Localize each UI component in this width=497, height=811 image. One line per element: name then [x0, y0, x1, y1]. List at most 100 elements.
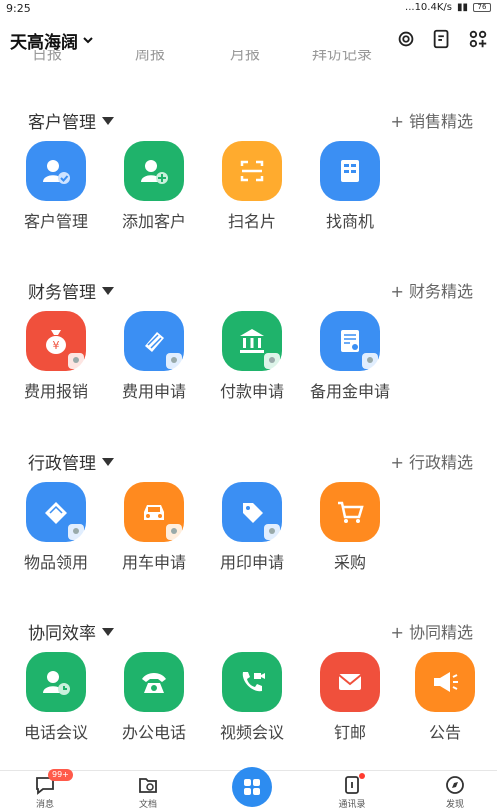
app-petty-cash-apply[interactable]: 备用金申请	[302, 311, 398, 402]
section-link[interactable]: + 销售精选	[391, 108, 474, 132]
app-label: 采购	[333, 553, 366, 572]
add-app-icon[interactable]	[467, 28, 489, 50]
item-icon	[26, 482, 86, 542]
tab-discover[interactable]: 发现	[420, 775, 490, 810]
app-label: 找商机	[325, 212, 374, 231]
signal-icon: ▮▮	[456, 2, 468, 13]
grid-icon	[244, 779, 260, 795]
app-scan-card[interactable]: 扫名片	[204, 141, 300, 232]
chat-bubble-icon: 99+	[34, 769, 73, 795]
add-customer-icon	[124, 141, 184, 201]
announcement-icon	[415, 652, 475, 712]
app-label: 扫名片	[227, 212, 276, 231]
mail-icon	[320, 652, 380, 712]
app-label: 月报	[230, 50, 261, 63]
triangle-down-icon	[102, 116, 114, 125]
notification-dot	[359, 773, 365, 779]
section-title[interactable]: 协同效率	[28, 619, 114, 644]
app-label: 拜访记录	[312, 50, 373, 63]
app-item-requisition[interactable]: 物品领用	[8, 482, 104, 573]
app-label: 付款申请	[219, 382, 284, 401]
settings-icon[interactable]	[395, 28, 417, 50]
find-opportunity-icon	[320, 141, 380, 201]
pen-icon	[124, 311, 184, 371]
section-link[interactable]: + 协同精选	[391, 619, 474, 643]
app-label: 客户管理	[23, 212, 88, 231]
section-link[interactable]: + 行政精选	[391, 449, 474, 473]
app-seal-apply[interactable]: 用印申请	[204, 482, 300, 573]
app-label: 物品领用	[23, 553, 88, 572]
app-video-meeting[interactable]: 视频会议	[204, 652, 300, 743]
status-bar: 9:25 ...10.4K/s ▮▮ 76	[0, 0, 497, 18]
app-label: 日报	[32, 50, 63, 63]
app-label: 用车申请	[121, 553, 186, 572]
workbench-button[interactable]	[232, 767, 272, 807]
cart-icon	[320, 482, 380, 542]
app-label: 办公电话	[121, 723, 186, 742]
section-title[interactable]: 客户管理	[28, 108, 114, 133]
triangle-down-icon	[102, 457, 114, 466]
app-payment-apply[interactable]: 付款申请	[204, 311, 300, 402]
tab-messages[interactable]: 99+ 消息	[10, 769, 80, 810]
phone-meeting-icon	[26, 652, 86, 712]
app-customer-manage[interactable]: 客户管理	[8, 141, 104, 232]
network-speed: ...10.4K/s	[405, 2, 452, 13]
app-label: 用印申请	[219, 553, 284, 572]
tab-label: 发现	[445, 800, 464, 810]
app-announcement[interactable]: 公告	[397, 652, 493, 743]
tab-docs[interactable]: 文档	[113, 775, 183, 810]
app-label: 钉邮	[333, 723, 366, 742]
triangle-down-icon	[102, 627, 114, 636]
certificate-icon	[320, 311, 380, 371]
battery-icon: 76	[473, 3, 491, 12]
user-badge-icon	[166, 353, 182, 369]
app-add-customer[interactable]: 添加客户	[106, 141, 202, 232]
folder-icon	[137, 775, 159, 795]
edit-list-icon[interactable]	[431, 28, 453, 50]
user-badge-icon	[68, 353, 84, 369]
scan-card-icon	[222, 141, 282, 201]
app-purchase[interactable]: 采购	[302, 482, 398, 573]
user-badge-icon	[68, 524, 84, 540]
tab-label: 文档	[138, 800, 157, 810]
section-title[interactable]: 行政管理	[28, 449, 114, 474]
app-label: 视频会议	[219, 723, 284, 742]
svg-text:¥: ¥	[53, 339, 60, 352]
section-title[interactable]: 财务管理	[28, 278, 114, 303]
section-admin: 行政管理 + 行政精选 物品领用 用车申请 用印申请 采购	[0, 449, 497, 599]
app-ding-mail[interactable]: 钉邮	[302, 652, 398, 743]
app-label: 公告	[428, 723, 461, 742]
compass-icon	[444, 775, 466, 795]
app-phone-meeting[interactable]: 电话会议	[8, 652, 104, 743]
customer-manage-icon	[26, 141, 86, 201]
app-expense-reimburse[interactable]: ¥ 费用报销	[8, 311, 104, 402]
unread-badge: 99+	[48, 769, 73, 781]
app-car-apply[interactable]: 用车申请	[106, 482, 202, 573]
app-find-opportunity[interactable]: 找商机	[302, 141, 398, 232]
contacts-icon	[341, 773, 365, 795]
tab-label: 通讯录	[338, 800, 366, 810]
status-time: 9:25	[6, 2, 31, 15]
car-icon	[124, 482, 184, 542]
tab-label: 消息	[35, 800, 54, 810]
app-label: 费用报销	[23, 382, 88, 401]
bottom-tab-bar: 99+ 消息 文档 通讯录 发现	[0, 767, 497, 811]
app-label: 备用金申请	[309, 382, 390, 401]
app-label: 费用申请	[121, 382, 186, 401]
section-customer: 客户管理 + 销售精选 客户管理 添加客户 扫名片 找商机	[0, 108, 497, 258]
section-link[interactable]: + 财务精选	[391, 278, 474, 302]
section-finance: 财务管理 + 财务精选 ¥ 费用报销 费用申请 付款申请 备用金申请	[0, 278, 497, 428]
bank-icon	[222, 311, 282, 371]
video-meeting-icon	[222, 652, 282, 712]
seal-icon	[222, 482, 282, 542]
tab-contacts[interactable]: 通讯录	[317, 773, 387, 810]
user-badge-icon	[264, 353, 280, 369]
app-label: 电话会议	[23, 723, 88, 742]
triangle-down-icon	[102, 286, 114, 295]
app-label: 添加客户	[121, 212, 186, 231]
user-badge-icon	[362, 353, 378, 369]
app-office-phone[interactable]: 办公电话	[106, 652, 202, 743]
money-bag-icon: ¥	[26, 311, 86, 371]
app-expense-apply[interactable]: 费用申请	[106, 311, 202, 402]
office-phone-icon	[124, 652, 184, 712]
